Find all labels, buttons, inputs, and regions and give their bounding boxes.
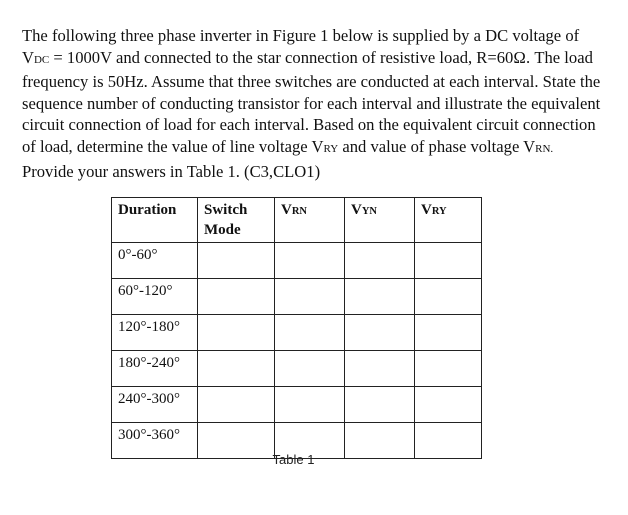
table-row: 60°-120° — [111, 278, 482, 315]
cell-vry[interactable] — [414, 242, 482, 279]
cell-vrn[interactable] — [274, 314, 345, 351]
vrn-subscript: RN. — [535, 142, 554, 155]
header-vyn: VYN — [344, 197, 415, 243]
vdc-subscript: DC — [33, 53, 50, 66]
cell-vyn[interactable] — [344, 386, 415, 423]
cell-vrn[interactable] — [274, 350, 345, 387]
cell-switch-mode[interactable] — [197, 386, 275, 423]
cell-vyn[interactable] — [344, 314, 415, 351]
table-caption: Table 1 — [272, 452, 315, 467]
answer-table: Duration Switch Mode VRN VYN VRY 0°-60° … — [111, 197, 482, 459]
question-text: The following three phase inverter in Fi… — [22, 25, 622, 182]
cell-vrn[interactable] — [274, 278, 345, 315]
question-line-5: circuit connection of load for each inte… — [22, 115, 596, 135]
question-line-3: frequency is 50Hz. Assume that three swi… — [22, 72, 601, 92]
vrn-symbol: V — [523, 136, 536, 156]
cell-vry[interactable] — [414, 350, 482, 387]
table-row: 240°-300° — [111, 386, 482, 423]
cell-duration: 240°-300° — [111, 386, 198, 423]
table-row: 0°-60° — [111, 242, 482, 279]
question-line-6: of load, determine the value of line vol… — [22, 136, 554, 156]
cell-switch-mode[interactable] — [197, 350, 275, 387]
cell-switch-mode[interactable] — [197, 314, 275, 351]
cell-switch-mode[interactable] — [197, 278, 275, 315]
question-line-1: The following three phase inverter in Fi… — [22, 26, 580, 45]
cell-vyn[interactable] — [344, 242, 415, 279]
table-header-row: Duration Switch Mode VRN VYN VRY — [111, 197, 482, 243]
cell-vry[interactable] — [414, 386, 482, 423]
cell-vrn[interactable] — [274, 386, 345, 423]
header-vry: VRY — [414, 197, 482, 243]
question-line-7: Provide your answers in Table 1. (C3,CLO… — [22, 161, 321, 181]
table-row: 180°-240° — [111, 350, 482, 387]
question-line-2: VDC = 1000V and connected to the star co… — [22, 47, 593, 67]
cell-vrn[interactable] — [274, 242, 345, 279]
vdc-value: = 1000V — [49, 47, 116, 67]
question-line-4: sequence number of conducting transistor… — [22, 93, 601, 113]
cell-vry[interactable] — [414, 314, 482, 351]
vdc-symbol: V — [22, 47, 34, 67]
cell-duration: 120°-180° — [111, 314, 198, 351]
header-switch-mode: Switch Mode — [197, 197, 275, 243]
vry-subscript: RY — [323, 142, 339, 155]
cell-vry[interactable] — [414, 278, 482, 315]
cell-vyn[interactable] — [344, 350, 415, 387]
cell-duration: 180°-240° — [111, 350, 198, 387]
header-vrn: VRN — [274, 197, 345, 243]
table-row: 120°-180° — [111, 314, 482, 351]
cell-duration: 60°-120° — [111, 278, 198, 315]
vry-symbol: V — [311, 136, 324, 156]
cell-duration: 0°-60° — [111, 242, 198, 279]
cell-vyn[interactable] — [344, 278, 415, 315]
cell-switch-mode[interactable] — [197, 242, 275, 279]
header-duration: Duration — [111, 197, 198, 243]
